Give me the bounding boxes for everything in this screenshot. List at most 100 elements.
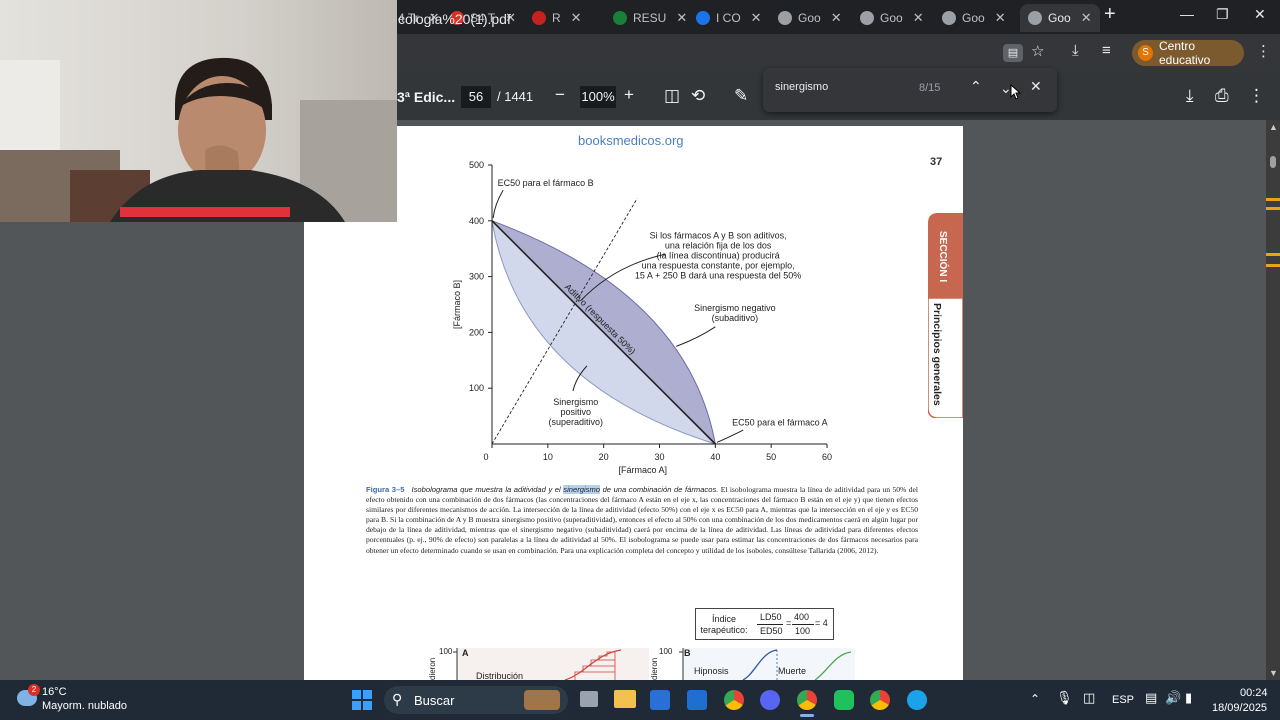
find-close-icon[interactable]: ✕ <box>1030 78 1042 95</box>
tab-label: Goo <box>1048 11 1071 25</box>
download-icon[interactable]: ⤓ <box>1072 42 1079 59</box>
tab-close-icon[interactable]: ✕ <box>571 10 582 26</box>
outlook-icon[interactable] <box>687 690 707 710</box>
weather-badge: 2 <box>28 684 40 696</box>
profile-avatar: S <box>1138 45 1153 61</box>
weather-desc[interactable]: Mayorm. nublado <box>42 700 127 712</box>
tab-label: R <box>552 11 561 25</box>
scroll-up-icon[interactable]: ▲ <box>1269 122 1278 132</box>
y-axis-label: [Fármaco B] <box>452 280 462 329</box>
tray-overflow-icon[interactable]: ⌃ <box>1030 692 1040 706</box>
ec50-b-arrow <box>492 189 504 219</box>
language-indicator[interactable]: ESP <box>1112 694 1134 706</box>
figure-label: Figura 3–5 <box>366 485 405 494</box>
search-icon: ⚲ <box>392 691 403 707</box>
print-icon[interactable]: ⎙ <box>1215 86 1229 106</box>
tab-label: Goo <box>962 11 985 25</box>
media-control-icon[interactable]: ≡ <box>1102 42 1111 59</box>
tab-favicon-icon <box>613 11 627 25</box>
clock-time[interactable]: 00:24 <box>1240 687 1268 699</box>
tab-favicon-icon <box>860 11 874 25</box>
x-tick-label: 50 <box>766 452 776 462</box>
tab-close-icon[interactable]: ✕ <box>751 10 762 26</box>
x-tick-label: 10 <box>543 452 553 462</box>
chrome-icon[interactable] <box>724 690 744 710</box>
chrome-alt-icon[interactable] <box>870 690 890 710</box>
find-result-count: 8/15 <box>919 82 941 94</box>
positive-synergy-sub1: positivo <box>560 407 591 417</box>
weather-temp[interactable]: 16°C <box>42 686 67 698</box>
windows-start-icon[interactable] <box>352 690 372 710</box>
therapeutic-index-label: Índice terapéutico: <box>700 614 748 635</box>
bookmark-star-icon[interactable]: ☆ <box>1031 42 1044 60</box>
y-tick-label: 500 <box>469 160 484 170</box>
tab-close-icon[interactable]: ✕ <box>831 10 842 26</box>
additive-note-line: (la línea discontinua) producirá <box>657 251 780 261</box>
pdf-menu-icon[interactable]: ⋮ <box>1248 86 1265 106</box>
edge-icon[interactable] <box>907 690 927 710</box>
panel-b-ylabel: dieron <box>650 658 659 680</box>
y-tick-label: 200 <box>469 327 484 337</box>
new-tab-button[interactable]: + <box>1104 3 1116 26</box>
visual-studio-icon[interactable] <box>650 690 670 710</box>
x-tick-label: 0 <box>483 452 488 462</box>
tab-close-icon[interactable]: ✕ <box>913 10 924 26</box>
chrome-menu-icon[interactable]: ⋮ <box>1256 42 1271 60</box>
browser-tab[interactable]: R ✕ <box>532 4 582 32</box>
network-icon[interactable]: ▤ <box>1145 690 1157 706</box>
chat-app-icon[interactable] <box>834 690 854 710</box>
annotate-icon[interactable]: ✎ <box>734 86 748 106</box>
tab-close-icon[interactable]: ✕ <box>676 10 687 26</box>
discord-icon[interactable] <box>760 690 780 710</box>
clock-date[interactable]: 18/09/2025 <box>1212 702 1267 714</box>
rotate-icon[interactable]: ⟲ <box>691 86 705 106</box>
scroll-down-icon[interactable]: ▼ <box>1269 668 1278 678</box>
close-window-button[interactable]: ✕ <box>1254 6 1266 23</box>
y-tick-label: 300 <box>469 272 484 282</box>
browser-tab[interactable]: I CO ✕ <box>696 4 762 32</box>
maximize-button[interactable]: ❐ <box>1216 6 1229 23</box>
positive-synergy-label: Sinergismo <box>553 397 598 407</box>
figure-caption: Figura 3–5 Isobolograma que muestra la a… <box>366 485 918 556</box>
ec50-a-arrow <box>716 429 744 443</box>
microphone-icon[interactable]: 🎙 <box>1056 690 1073 706</box>
page-number-input[interactable]: 56 <box>461 86 491 108</box>
battery-icon[interactable]: ▮ <box>1185 690 1192 706</box>
additive-note-line: una relación fija de los dos <box>665 241 772 251</box>
url-text[interactable]: cologia%20(1).pdf <box>398 11 511 27</box>
profile-button[interactable]: S Centro educativo <box>1132 39 1244 67</box>
tab-favicon-icon <box>1028 11 1042 25</box>
zoom-out-icon[interactable]: − <box>555 85 565 105</box>
tab-close-icon[interactable]: ✕ <box>1081 10 1092 26</box>
scroll-thumb[interactable] <box>1270 156 1276 168</box>
install-app-icon[interactable]: ▤ <box>1003 44 1023 62</box>
browser-tab[interactable]: Goo ✕ <box>778 4 842 32</box>
browser-tab[interactable]: Goo ✕ <box>860 4 924 32</box>
tab-label: Goo <box>798 11 821 25</box>
zoom-input[interactable]: 100% <box>580 86 616 108</box>
fit-page-icon[interactable]: ◫ <box>664 86 680 106</box>
tab-close-icon[interactable]: ✕ <box>995 10 1006 26</box>
ld50-value: 400 <box>794 612 810 622</box>
find-marker <box>1266 198 1280 201</box>
minimize-button[interactable]: — <box>1180 6 1194 22</box>
mouse-cursor <box>1010 84 1022 100</box>
volume-icon[interactable]: 🔊 <box>1165 690 1181 706</box>
x-tick-label: 30 <box>654 452 664 462</box>
pdf-download-icon[interactable]: ⤓ <box>1186 86 1194 106</box>
panel-b-muerte: Muerte <box>778 666 807 676</box>
browser-tab[interactable]: RESU ✕ <box>613 4 687 32</box>
negative-synergy-sub: (subaditivo) <box>712 313 759 323</box>
browser-tab[interactable]: Goo ✕ <box>942 4 1006 32</box>
taskbar-search[interactable]: ⚲ Buscar <box>384 686 568 714</box>
zoom-in-icon[interactable]: + <box>624 85 634 105</box>
meet-icon[interactable]: ◫ <box>1083 690 1095 706</box>
find-previous-icon[interactable]: ⌃ <box>970 78 982 95</box>
task-view-icon[interactable] <box>580 691 598 707</box>
pdf-scrollbar[interactable]: ▲ ▼ <box>1266 120 1280 680</box>
chrome-profile-icon[interactable] <box>797 690 817 710</box>
page-number-label: 37 <box>930 156 943 168</box>
file-explorer-icon[interactable] <box>614 690 636 708</box>
find-input[interactable] <box>775 81 915 93</box>
browser-tab[interactable]: Goo ✕ <box>1020 4 1100 32</box>
